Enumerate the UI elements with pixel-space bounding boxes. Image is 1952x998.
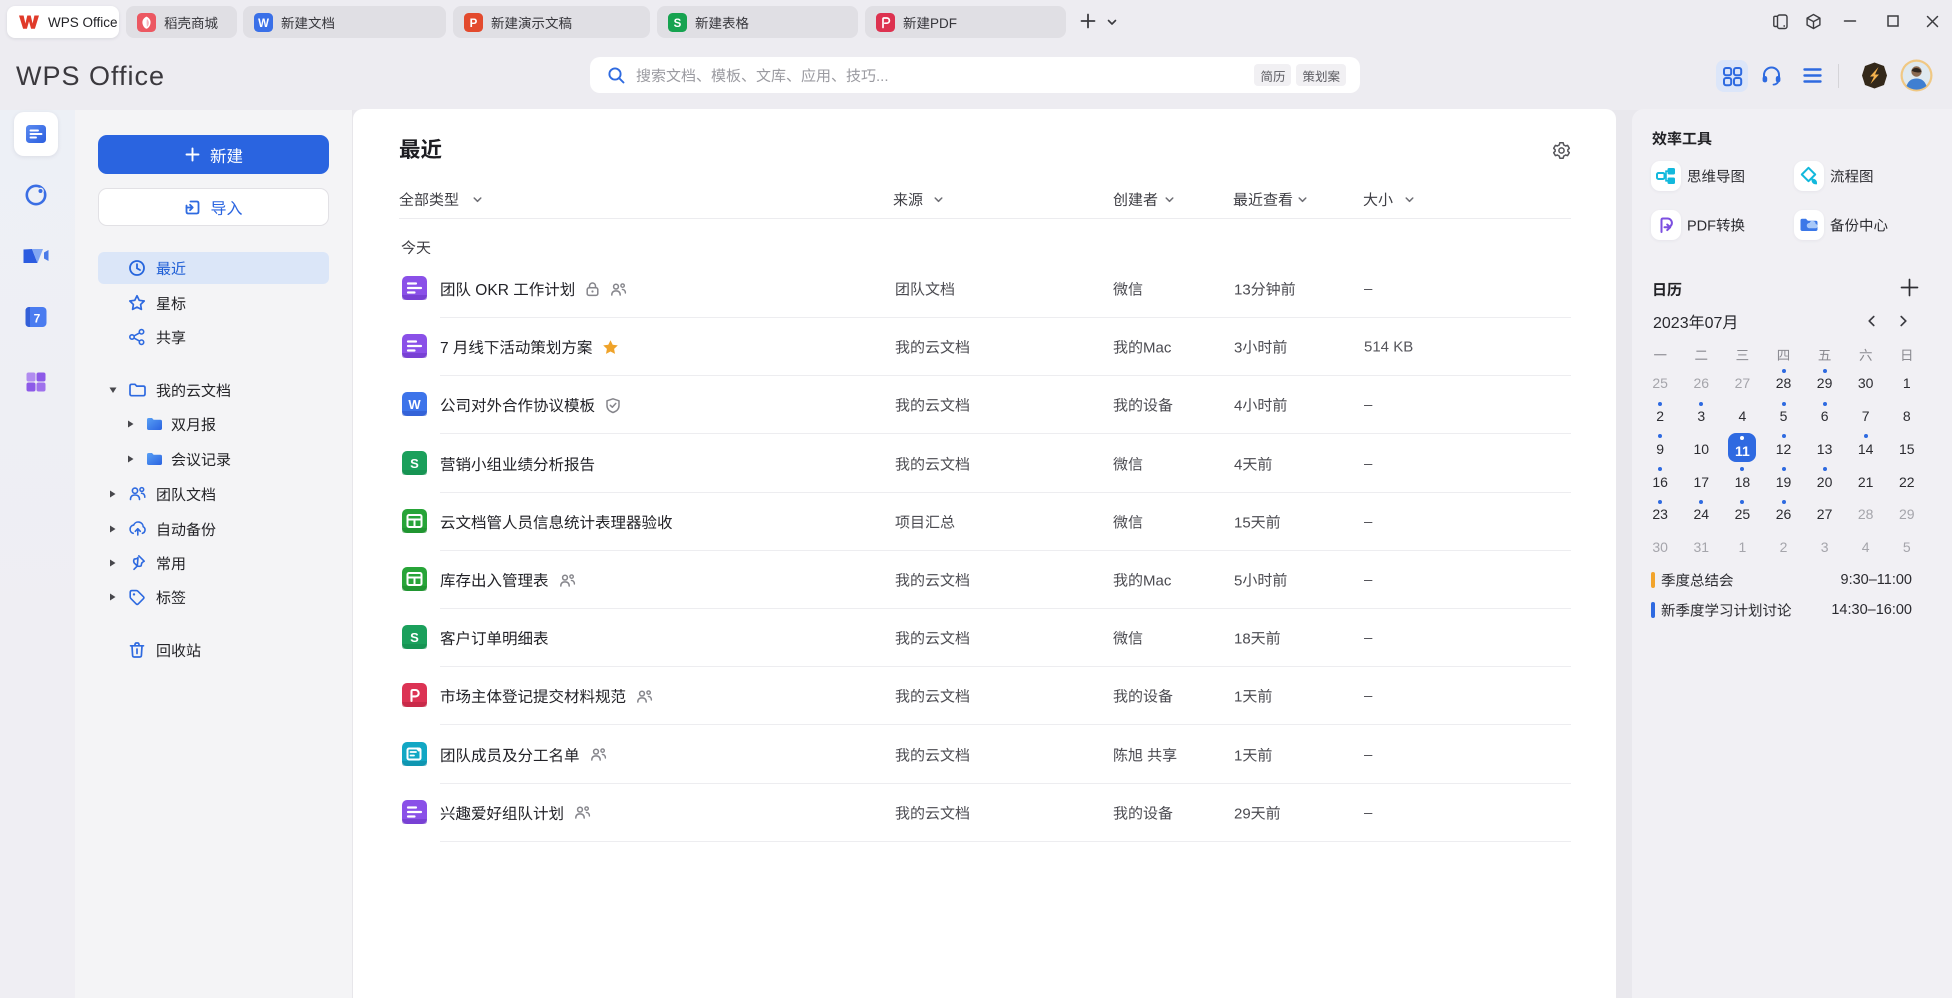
- svg-text:S: S: [410, 456, 419, 471]
- svg-text:W: W: [408, 397, 421, 412]
- svg-text:7: 7: [34, 312, 41, 326]
- svg-text:S: S: [674, 17, 682, 29]
- svg-text:P: P: [470, 17, 478, 29]
- svg-text:W: W: [258, 17, 269, 29]
- svg-text:S: S: [410, 630, 419, 645]
